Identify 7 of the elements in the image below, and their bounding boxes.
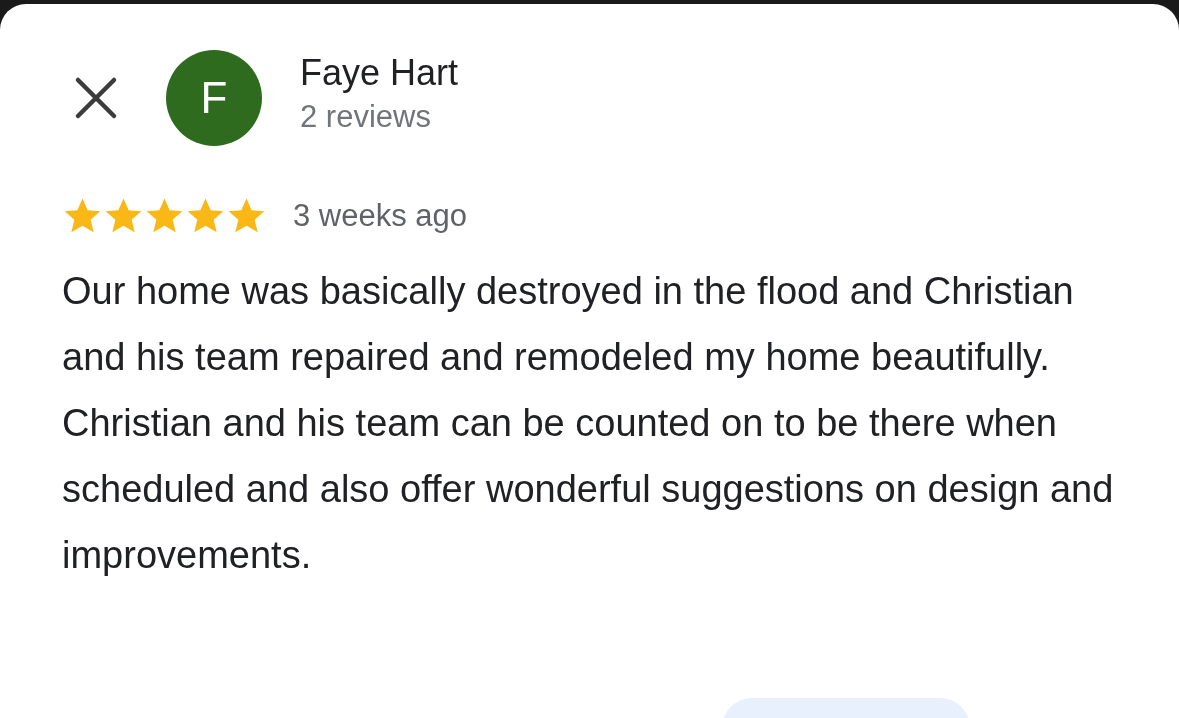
review-time: 3 weeks ago [293,198,468,234]
close-icon [74,76,118,120]
close-button[interactable] [74,76,118,120]
review-count: 2 reviews [300,98,432,136]
avatar: F [166,50,262,146]
review-text: Our home was basically destroyed in the flood and Christian and his team repaired and remodeled my home beautifully. Christian and his team can be counted on to be there when scheduled and also offer wonderful suggestions on design and improvements. [62,269,1115,578]
reviewer-name[interactable]: Faye Hart [300,50,459,96]
